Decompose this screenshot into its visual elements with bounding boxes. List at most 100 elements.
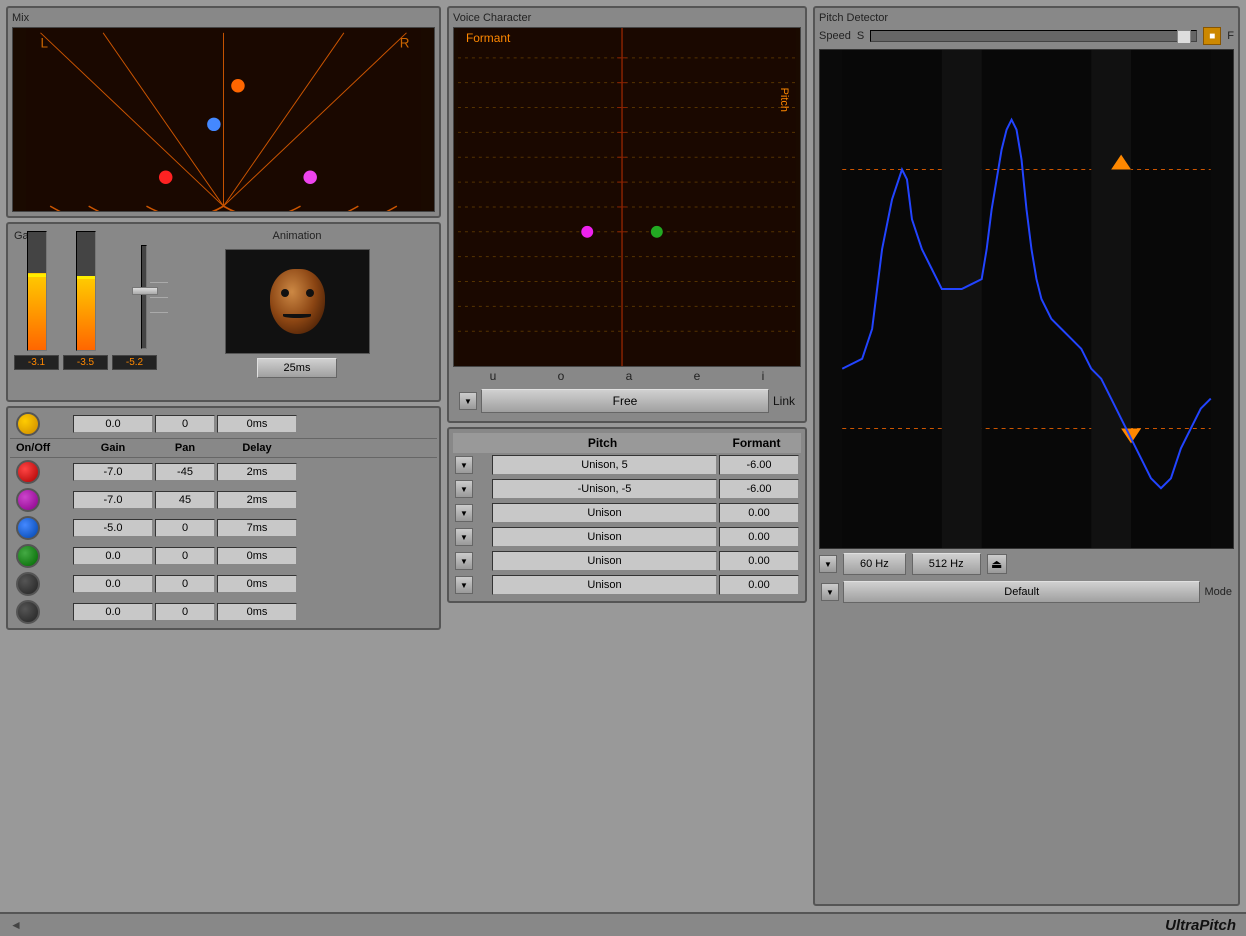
pan-3[interactable]: 0 (155, 519, 215, 537)
speed-slider-thumb[interactable] (1177, 30, 1191, 44)
delay-1[interactable]: 2ms (217, 463, 297, 481)
mix-radar-svg: L R (13, 28, 434, 211)
fader2-value: -3.5 (63, 355, 108, 370)
pitch-header: Pitch (491, 436, 714, 450)
speed-row: Speed S ■ F (819, 27, 1234, 45)
mix-label: Mix (12, 12, 435, 24)
pitch-detector-section: Pitch Detector Speed S ■ F (813, 6, 1240, 906)
hz-dropdown-arrow[interactable]: ▼ (819, 555, 837, 573)
delay-2[interactable]: 2ms (217, 491, 297, 509)
free-dropdown-arrow[interactable]: ▼ (459, 392, 477, 410)
mix-section: Mix L R (6, 6, 441, 218)
brand-name: UltraPitch (1165, 917, 1236, 934)
master-delay-input[interactable]: 0ms (217, 415, 297, 433)
mode-dropdown-arrow[interactable]: ▼ (821, 583, 839, 601)
speed-label: Speed (819, 30, 851, 42)
vowel-i: i (762, 369, 765, 383)
free-btn[interactable]: Free (481, 389, 769, 413)
speed-slider-track[interactable] (870, 30, 1197, 42)
voice-controls-top: 0.0 0 0ms (10, 410, 437, 438)
master-pan-input[interactable]: 0 (155, 415, 215, 433)
pf-arrow-3[interactable]: ▼ (455, 504, 473, 522)
pitch-5[interactable]: Unison (492, 551, 717, 571)
pan-1[interactable]: -45 (155, 463, 215, 481)
scroll-left-arrow[interactable]: ◄ (10, 918, 22, 932)
right-panel: Pitch Detector Speed S ■ F (813, 6, 1240, 906)
pitch-detector-label: Pitch Detector (819, 12, 1234, 24)
formant-4[interactable]: 0.00 (719, 527, 799, 547)
pan-2[interactable]: 45 (155, 491, 215, 509)
delay-5[interactable]: 0ms (217, 575, 297, 593)
gain-section: Gain -3.1 (14, 230, 157, 394)
vowel-a: a (626, 369, 633, 383)
led-5[interactable] (16, 572, 40, 596)
hz-high-btn[interactable]: 512 Hz (912, 553, 981, 575)
led-1[interactable] (16, 460, 40, 484)
voice-char-section: Voice Character (447, 6, 807, 423)
delay-4[interactable]: 0ms (217, 547, 297, 565)
voice-top-section: 0.0 0 0ms On/Off Gain Pan Delay -7.0 -45… (6, 406, 441, 630)
led-6[interactable] (16, 600, 40, 624)
animation-delay-btn[interactable]: 25ms (257, 358, 337, 378)
pitch-detector-display (819, 49, 1234, 549)
gain-6[interactable]: 0.0 (73, 603, 153, 621)
speed-lock-icon[interactable]: ■ (1203, 27, 1221, 45)
voice-table-header: On/Off Gain Pan Delay (10, 438, 437, 458)
free-link-row: ▼ Free Link (453, 385, 801, 417)
pitch-6[interactable]: Unison (492, 575, 717, 595)
formant-display: Formant Pitch (453, 27, 801, 367)
default-btn[interactable]: Default (843, 581, 1200, 603)
pf-arrow-2[interactable]: ▼ (455, 480, 473, 498)
led-2[interactable] (16, 488, 40, 512)
formant-5[interactable]: 0.00 (719, 551, 799, 571)
formant-1[interactable]: -6.00 (719, 455, 799, 475)
gain-3[interactable]: -5.0 (73, 519, 153, 537)
header-delay: Delay (217, 442, 297, 454)
pitch-1[interactable]: Unison, 5 (492, 455, 717, 475)
gain-5[interactable]: 0.0 (73, 575, 153, 593)
pan-4[interactable]: 0 (155, 547, 215, 565)
gain-2[interactable]: -7.0 (73, 491, 153, 509)
pf-row-5: ▼ Unison 0.00 (453, 549, 801, 573)
delay-6[interactable]: 0ms (217, 603, 297, 621)
pf-arrow-6[interactable]: ▼ (455, 576, 473, 594)
link-label: Link (773, 394, 795, 408)
animation-display (225, 249, 370, 354)
mix-display: L R (12, 27, 435, 212)
pf-arrow-5[interactable]: ▼ (455, 552, 473, 570)
formant-2[interactable]: -6.00 (719, 479, 799, 499)
pitch-4[interactable]: Unison (492, 527, 717, 547)
gain-1[interactable]: -7.0 (73, 463, 153, 481)
eject-icon[interactable]: ⏏ (987, 554, 1007, 574)
pf-empty-header (455, 436, 491, 450)
formant-6[interactable]: 0.00 (719, 575, 799, 595)
gain-animation-row: Gain -3.1 (6, 222, 441, 402)
pitch-2[interactable]: -Unison, -5 (492, 479, 717, 499)
hz-low-btn[interactable]: 60 Hz (843, 553, 906, 575)
delay-3[interactable]: 7ms (217, 519, 297, 537)
led-master[interactable] (16, 412, 40, 436)
led-4[interactable] (16, 544, 40, 568)
pf-arrow-4[interactable]: ▼ (455, 528, 473, 546)
speed-s-label: S (857, 30, 864, 42)
formant-3[interactable]: 0.00 (719, 503, 799, 523)
gain-4[interactable]: 0.0 (73, 547, 153, 565)
pan-5[interactable]: 0 (155, 575, 215, 593)
fader3-value: -5.2 (112, 355, 157, 370)
led-3[interactable] (16, 516, 40, 540)
svg-text:Formant: Formant (466, 31, 511, 45)
pitch-3[interactable]: Unison (492, 503, 717, 523)
voice-row-4: 0.0 0 0ms (10, 542, 437, 570)
master-gain-input[interactable]: 0.0 (73, 415, 153, 433)
vowel-e: e (694, 369, 701, 383)
formant-svg: Formant Pitch (454, 28, 800, 366)
pf-arrow-1[interactable]: ▼ (455, 456, 473, 474)
pan-6[interactable]: 0 (155, 603, 215, 621)
vowel-labels: u o a e i (453, 367, 801, 385)
left-panel: Mix L R (6, 6, 441, 906)
speed-f-label: F (1227, 30, 1234, 42)
animation-label: Animation (273, 230, 322, 242)
voice-row-2: -7.0 45 2ms (10, 486, 437, 514)
pitch-formant-table: Pitch Formant ▼ Unison, 5 -6.00 ▼ -Uniso… (447, 427, 807, 603)
pf-row-4: ▼ Unison 0.00 (453, 525, 801, 549)
